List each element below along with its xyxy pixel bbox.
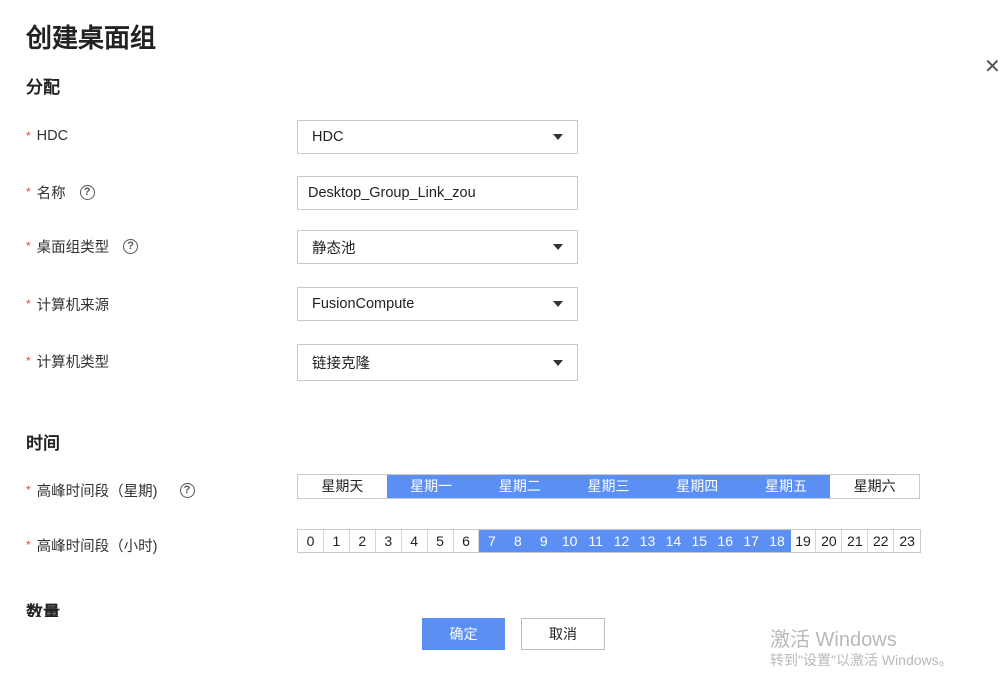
- required-mark: *: [26, 354, 31, 368]
- peak-days-label-text: 高峰时间段（星期): [36, 483, 158, 500]
- chevron-down-icon: [553, 244, 563, 250]
- peak-hour-option[interactable]: 18: [764, 530, 791, 552]
- peak-days-selector[interactable]: 星期天 星期一 星期二 星期三 星期四 星期五 星期六: [297, 474, 920, 499]
- help-icon[interactable]: ?: [123, 238, 139, 254]
- required-mark: *: [26, 129, 31, 143]
- peak-day-option[interactable]: 星期三: [564, 475, 653, 498]
- peak-day-option[interactable]: 星期一: [386, 475, 476, 498]
- peak-hour-option[interactable]: 2: [350, 530, 376, 552]
- peak-day-option[interactable]: 星期二: [475, 475, 565, 498]
- peak-hour-option[interactable]: 12: [609, 530, 635, 552]
- peak-day-option[interactable]: 星期五: [741, 475, 831, 498]
- machine-type-select[interactable]: 链接克隆: [297, 344, 578, 381]
- group-type-label: * 桌面组类型 ?: [26, 236, 139, 256]
- peak-hour-option[interactable]: 16: [712, 530, 739, 552]
- machine-source-label: * 计算机来源: [26, 294, 109, 314]
- peak-hour-option[interactable]: 10: [557, 530, 584, 552]
- dialog-title: 创建桌面组: [26, 23, 157, 53]
- peak-day-option[interactable]: 星期六: [830, 475, 919, 498]
- cancel-button[interactable]: 取消: [521, 618, 605, 650]
- section-quantity-text: 数量: [26, 603, 60, 617]
- confirm-button[interactable]: 确定: [422, 618, 505, 650]
- group-type-label-text: 桌面组类型: [36, 239, 110, 256]
- name-input-value: Desktop_Group_Link_zou: [308, 185, 476, 201]
- required-mark: *: [26, 538, 31, 552]
- hdc-label-text: HDC: [36, 128, 69, 144]
- group-type-select-value: 静态池: [312, 240, 356, 257]
- peak-day-option[interactable]: 星期天: [298, 475, 387, 498]
- peak-hour-option[interactable]: 5: [428, 530, 454, 552]
- help-icon[interactable]: ?: [79, 184, 95, 200]
- peak-hour-option[interactable]: 17: [738, 530, 765, 552]
- peak-hour-option[interactable]: 21: [842, 530, 869, 552]
- hdc-label: * HDC: [26, 126, 68, 146]
- peak-hour-option[interactable]: 6: [454, 530, 480, 552]
- peak-hour-option[interactable]: 13: [634, 530, 661, 552]
- peak-hour-option[interactable]: 23: [894, 530, 920, 552]
- peak-hour-option[interactable]: 0: [298, 530, 324, 552]
- peak-hours-label-text: 高峰时间段（小时): [36, 538, 158, 555]
- group-type-select[interactable]: 静态池: [297, 230, 578, 264]
- required-mark: *: [26, 239, 31, 253]
- activation-watermark-title: 激活 Windows: [770, 629, 897, 651]
- peak-hour-option[interactable]: 11: [583, 530, 610, 552]
- required-mark: *: [26, 185, 31, 199]
- peak-hour-option[interactable]: 19: [791, 530, 817, 552]
- required-mark: *: [26, 297, 31, 311]
- machine-type-select-value: 链接克隆: [312, 356, 370, 372]
- machine-type-label: * 计算机类型: [26, 351, 109, 371]
- required-mark: *: [26, 483, 31, 497]
- machine-source-select-value: FusionCompute: [312, 296, 415, 312]
- section-quantity: 数量: [26, 603, 86, 617]
- peak-day-option[interactable]: 星期四: [652, 475, 742, 498]
- machine-source-label-text: 计算机来源: [36, 297, 110, 314]
- section-time: 时间: [26, 434, 60, 453]
- peak-hour-option[interactable]: 3: [376, 530, 402, 552]
- peak-hours-label: * 高峰时间段（小时): [26, 535, 158, 555]
- peak-hour-option[interactable]: 9: [531, 530, 558, 552]
- hdc-select[interactable]: HDC: [297, 120, 578, 154]
- help-icon[interactable]: ?: [179, 482, 195, 498]
- peak-hour-option[interactable]: 20: [816, 530, 843, 552]
- activation-watermark-hint: 转到"设置"以激活 Windows。: [770, 652, 953, 668]
- close-icon[interactable]: ✕: [984, 57, 1000, 77]
- peak-hour-option[interactable]: 15: [686, 530, 713, 552]
- chevron-down-icon: [553, 301, 563, 307]
- peak-hour-option[interactable]: 1: [324, 530, 350, 552]
- chevron-down-icon: [553, 359, 563, 366]
- peak-hour-option[interactable]: 22: [868, 530, 895, 552]
- peak-hour-option[interactable]: 8: [505, 530, 532, 552]
- name-input[interactable]: Desktop_Group_Link_zou: [297, 176, 578, 210]
- name-label: * 名称 ?: [26, 182, 95, 202]
- peak-hours-selector[interactable]: 0 1 2 3 4 5 6 7 8 9 10 11 12 13 14 15 16 17 18 19 20 21 22 23: [297, 529, 921, 553]
- peak-days-label: * 高峰时间段（星期) ?: [26, 480, 195, 500]
- peak-hour-option[interactable]: 7: [479, 530, 506, 552]
- machine-type-label-text: 计算机类型: [36, 354, 110, 371]
- section-allocation: 分配: [26, 78, 60, 97]
- peak-hour-option[interactable]: 4: [402, 530, 428, 552]
- hdc-select-value: HDC: [312, 129, 344, 145]
- name-label-text: 名称: [36, 185, 66, 202]
- machine-source-select[interactable]: FusionCompute: [297, 287, 578, 321]
- peak-hour-option[interactable]: 14: [660, 530, 687, 552]
- chevron-down-icon: [553, 134, 563, 140]
